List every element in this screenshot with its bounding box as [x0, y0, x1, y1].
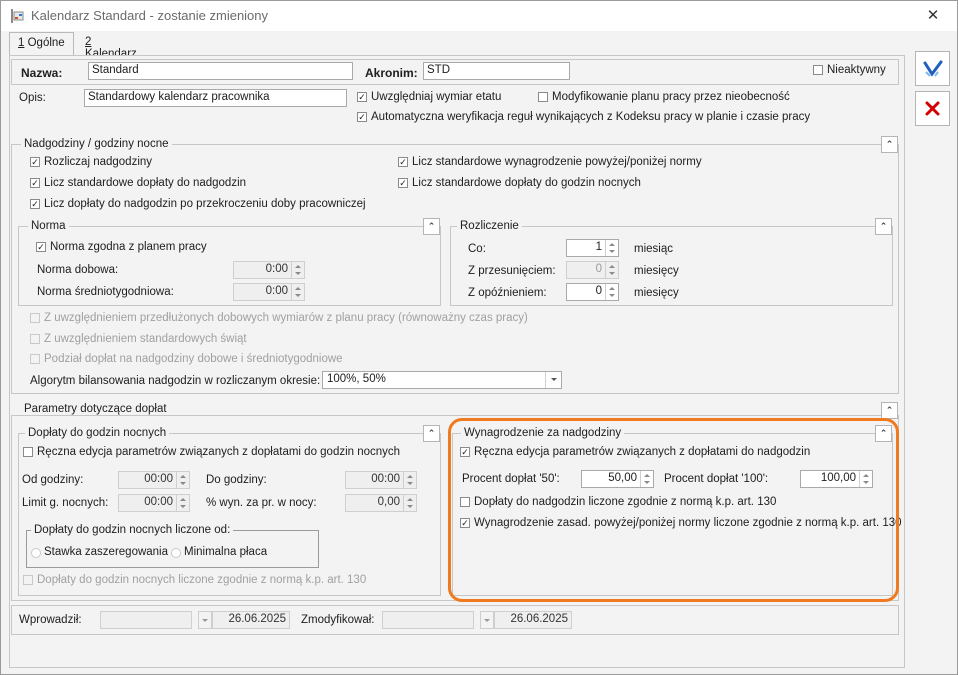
- spinner-icon[interactable]: [291, 284, 304, 300]
- auto-verify-checkbox[interactable]: ✓ Automatyczna weryfikacja reguł wynikają…: [357, 111, 810, 123]
- night-title: Dopłaty do godzin nocnych: [25, 427, 170, 439]
- title-bar: Kalendarz Standard - zostanie zmieniony …: [1, 1, 957, 31]
- delay-input[interactable]: 0: [566, 283, 619, 301]
- desc-label: Opis:: [19, 92, 46, 104]
- shift-input[interactable]: 0: [566, 261, 619, 279]
- night-limit-input[interactable]: 00:00: [118, 494, 190, 512]
- modified-user-input[interactable]: [382, 611, 474, 629]
- tab-calendar[interactable]: 2 Kalendarz: [77, 32, 152, 60]
- spinner-icon[interactable]: [403, 495, 416, 511]
- delay-unit: miesięcy: [634, 287, 679, 299]
- etat-checkbox[interactable]: ✓ Uwzględniaj wymiar etatu: [357, 91, 501, 103]
- std-pay-checkbox[interactable]: ✓ Licz standardowe wynagrodzenie powyżej/…: [398, 156, 702, 168]
- night-from-input[interactable]: 00:00: [118, 471, 190, 489]
- rozliczenie-title: Rozliczenie: [457, 220, 522, 232]
- night-collapse-button[interactable]: ⌃: [423, 425, 440, 442]
- chevron-up-icon: ⌃: [885, 139, 894, 149]
- norma-title: Norma: [28, 220, 69, 232]
- night-pct-input[interactable]: 0,00: [345, 494, 417, 512]
- close-icon[interactable]: ✕: [923, 6, 943, 24]
- spinner-icon[interactable]: [605, 284, 618, 300]
- co-label: Co:: [468, 243, 486, 255]
- overtime-title: Nadgodziny / godziny nocne: [21, 138, 172, 150]
- shift-label: Z przesunięciem:: [468, 265, 556, 277]
- std-surcharges-checkbox[interactable]: ✓ Licz standardowe dopłaty do nadgodzin: [30, 177, 246, 189]
- modified-label: Zmodyfikował:: [301, 614, 375, 626]
- cancel-button[interactable]: [915, 91, 950, 126]
- rozliczenie-collapse-button[interactable]: ⌃: [875, 218, 892, 235]
- spinner-icon[interactable]: [176, 495, 189, 511]
- save-icon: [923, 60, 943, 77]
- ext-holidays-checkbox[interactable]: Z uwzględnieniem standardowych świąt: [30, 333, 247, 345]
- chevron-up-icon: ⌃: [885, 405, 894, 415]
- spinner-icon[interactable]: [403, 472, 416, 488]
- spinner-icon[interactable]: [605, 262, 618, 278]
- night-to-label: Do godziny:: [206, 474, 267, 486]
- inactive-checkbox[interactable]: Nieaktywny: [813, 64, 886, 76]
- cancel-icon: [925, 101, 940, 116]
- night-to-input[interactable]: 00:00: [345, 471, 417, 489]
- night-pct-label: % wyn. za pr. w nocy:: [206, 497, 317, 509]
- spinner-icon[interactable]: [605, 240, 618, 256]
- chevron-up-icon: ⌃: [427, 221, 436, 231]
- night-from-label: Od godziny:: [22, 474, 84, 486]
- dialog-window: Kalendarz Standard - zostanie zmieniony …: [0, 0, 958, 675]
- chevron-down-icon[interactable]: [480, 611, 494, 629]
- algo-select[interactable]: 100%, 50%: [322, 371, 562, 389]
- spinner-icon[interactable]: [291, 262, 304, 278]
- entered-label: Wprowadził:: [19, 614, 82, 626]
- checkbox-box: [813, 65, 823, 75]
- params-title: Parametry dotyczące dopłat: [21, 403, 170, 415]
- window-title: Kalendarz Standard - zostanie zmieniony: [31, 8, 269, 23]
- night-basis-title: Dopłaty do godzin nocnych liczone od:: [31, 524, 234, 536]
- modify-plan-checkbox[interactable]: Modyfikowanie planu pracy przez nieobecn…: [538, 91, 790, 103]
- tab-general[interactable]: 1 Ogólne: [9, 32, 74, 55]
- rate-radio[interactable]: Stawka zaszeregowania: [31, 546, 168, 558]
- name-input[interactable]: Standard: [88, 62, 353, 80]
- algo-label: Algorytm bilansowania nadgodzin w rozlic…: [30, 375, 321, 387]
- night-limit-label: Limit g. nocnych:: [22, 497, 109, 509]
- ext-split-checkbox[interactable]: Podział dopłat na nadgodziny dobowe i śr…: [30, 353, 343, 365]
- desc-input[interactable]: Standardowy kalendarz pracownika: [84, 89, 347, 107]
- entered-date-input[interactable]: 26.06.2025: [212, 611, 290, 629]
- norma-plan-checkbox[interactable]: ✓ Norma zgodna z planem pracy: [36, 241, 207, 253]
- acronym-label: Akronim:: [365, 66, 418, 80]
- night-kp-checkbox[interactable]: Dopłaty do godzin nocnych liczone zgodni…: [23, 574, 366, 586]
- chevron-down-icon[interactable]: [545, 372, 561, 388]
- norma-weekly-input[interactable]: 0:00: [233, 283, 305, 301]
- delay-label: Z opóźnieniem:: [468, 287, 547, 299]
- co-input[interactable]: 1: [566, 239, 619, 257]
- norma-daily-input[interactable]: 0:00: [233, 261, 305, 279]
- norma-weekly-label: Norma średniotygodniowa:: [37, 286, 174, 298]
- night-manual-checkbox[interactable]: Ręczna edycja parametrów związanych z do…: [23, 446, 400, 458]
- ext-extended-checkbox[interactable]: Z uwzględnieniem przedłużonych dobowych …: [30, 312, 528, 324]
- surcharges-day-checkbox[interactable]: ✓ Licz dopłaty do nadgodzin po przekrocze…: [30, 198, 366, 210]
- chevron-down-icon[interactable]: [198, 611, 212, 629]
- modified-date-input[interactable]: 26.06.2025: [494, 611, 572, 629]
- chevron-up-icon: ⌃: [879, 221, 888, 231]
- entered-user-input[interactable]: [100, 611, 192, 629]
- shift-unit: miesięcy: [634, 265, 679, 277]
- acronym-input[interactable]: STD: [423, 62, 570, 80]
- overtime-collapse-button[interactable]: ⌃: [881, 136, 898, 153]
- co-unit: miesiąc: [634, 243, 673, 255]
- name-label: Nazwa:: [21, 66, 63, 80]
- norma-collapse-button[interactable]: ⌃: [423, 218, 440, 235]
- std-night-checkbox[interactable]: ✓ Licz standardowe dopłaty do godzin nocn…: [398, 177, 641, 189]
- calendar-app-icon: [11, 9, 24, 23]
- chevron-up-icon: ⌃: [427, 428, 436, 438]
- spinner-icon[interactable]: [176, 472, 189, 488]
- settle-overtime-checkbox[interactable]: ✓ Rozliczaj nadgodziny: [30, 156, 152, 168]
- norma-daily-label: Norma dobowa:: [37, 264, 119, 276]
- min-wage-radio[interactable]: Minimalna płaca: [171, 546, 267, 558]
- params-collapse-button[interactable]: ⌃: [881, 402, 898, 419]
- highlight-frame: [448, 418, 899, 602]
- save-button[interactable]: [915, 51, 950, 86]
